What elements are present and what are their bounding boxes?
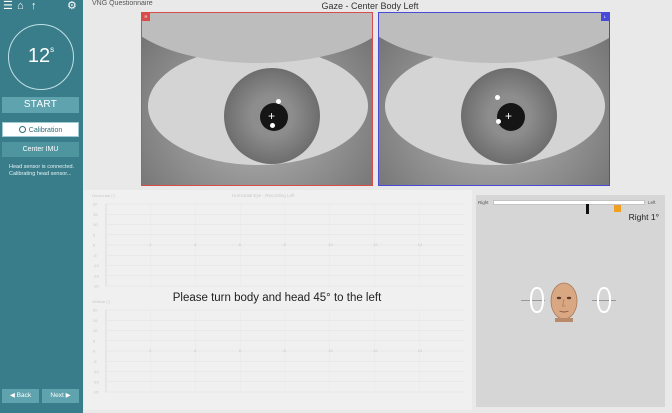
calibration-icon [18,126,26,133]
pupil-crosshair-icon: + [268,109,276,123]
y-tick-label: -10 [93,369,100,374]
y-tick-label: -20 [93,390,100,395]
y-tick-label: 0 [93,243,96,248]
plot-grid: 20 15 10 5 0 -5 -10 -15 -20 2 4 6 8 10 12 14 [93,202,464,289]
next-label: Next [50,392,64,399]
pupil-crosshair-icon: + [505,109,513,123]
plot-grid: 20 15 10 5 0 -5 -10 -15 -20 2 4 6 8 10 12 14 [93,308,464,395]
x-tick-label: 10 [328,348,333,353]
y-tick-label: -10 [93,263,100,268]
plot-label: Horizontal (°) [92,193,116,198]
y-tick-label: 10 [93,222,98,227]
right-eye-badge: R [142,13,150,21]
horizontal-plot: Horizontal (°) Horizontal Eye · Recordin… [92,193,466,293]
start-button[interactable]: START [2,97,79,113]
vertical-plot: Vertical (°) 20 15 10 5 0 -5 -10 -15 -20 2 4 6 8 10 12… [92,299,466,399]
x-tick-label: 4 [194,348,197,353]
next-arrow-icon: ▶ [65,392,71,399]
right-eye-video: + R [141,12,373,186]
eye-glint [270,123,275,128]
y-tick-label: -20 [93,284,100,289]
back-arrow-icon: ◀ [9,392,15,399]
x-tick-label: 14 [418,348,423,353]
eye-glint [276,99,281,104]
head-rotation-scale [493,200,645,214]
x-tick-label: 14 [418,242,423,247]
calibration-button[interactable]: Calibration [2,122,79,137]
y-tick-label: 15 [93,318,98,323]
back-button[interactable]: ◀ Back [2,389,39,403]
y-tick-label: 5 [93,232,96,237]
left-eye-video: + L [378,12,610,186]
x-tick-label: 12 [373,242,378,247]
y-tick-label: -5 [93,253,97,258]
right-semicircular-canal-icon [530,287,544,313]
left-semicircular-canal-icon [597,287,611,313]
y-tick-label: 5 [93,338,96,343]
calibration-label: Calibration [28,127,63,134]
status-text: Head sensor is connected. Calibrating he… [9,164,81,178]
scale-left-label: Left [648,200,656,205]
eyelid [142,13,372,63]
menu-icon[interactable]: ☰ [3,0,13,12]
eye-glint [495,95,500,100]
upload-icon[interactable]: ↑ [31,0,37,12]
y-tick-label: -15 [93,273,100,278]
x-tick-label: 12 [373,348,378,353]
x-tick-label: 6 [239,348,242,353]
left-eye-badge: L [601,13,609,21]
sidebar: ☰ ⌂ ↑ ⚙ 12s START Calibration Center IMU… [0,0,83,413]
gear-icon[interactable]: ⚙ [67,0,77,12]
y-tick-label: 15 [93,212,98,217]
sidebar-toolbar: ☰ ⌂ ↑ ⚙ [0,0,83,14]
head-model-icon [550,282,578,322]
y-tick-label: 20 [93,202,98,207]
scale-center-marker [586,204,589,214]
head-position-panel: Right Left Right 1° [476,195,665,407]
eyelid [379,13,609,63]
x-tick-label: 4 [194,242,197,247]
header-left-text: VNG Questionnaire [92,0,153,7]
timer-value: 12s [27,45,55,67]
head-position-marker [614,205,621,212]
status-line-2: Calibrating head sensor... [9,171,72,177]
y-tick-label: 20 [93,308,98,313]
x-tick-label: 10 [328,242,333,247]
status-line-1: Head sensor is connected. [9,164,75,170]
center-imu-button[interactable]: Center IMU [2,142,79,157]
y-tick-label: 10 [93,328,98,333]
x-tick-label: 6 [239,242,242,247]
x-tick-label: 8 [284,242,287,247]
instruction-text: Please turn body and head 45° to the lef… [172,292,382,304]
scale-right-label: Right [478,200,489,205]
x-tick-label: 8 [284,348,287,353]
timer-ring: 12s [8,24,74,90]
x-tick-label: 2 [149,242,152,247]
back-label: Back [16,392,32,399]
y-tick-label: -5 [93,359,97,364]
y-tick-label: -15 [93,379,100,384]
plot-title: Horizontal Eye · Recording Left [232,193,295,198]
eye-glint [496,119,501,124]
x-tick-label: 2 [149,348,152,353]
head-angle-readout: Right 1° [628,212,659,222]
next-button[interactable]: Next ▶ [42,389,79,403]
home-icon[interactable]: ⌂ [17,0,24,12]
page-title: Gaze - Center Body Left [321,1,419,11]
y-tick-label: 0 [93,349,96,354]
